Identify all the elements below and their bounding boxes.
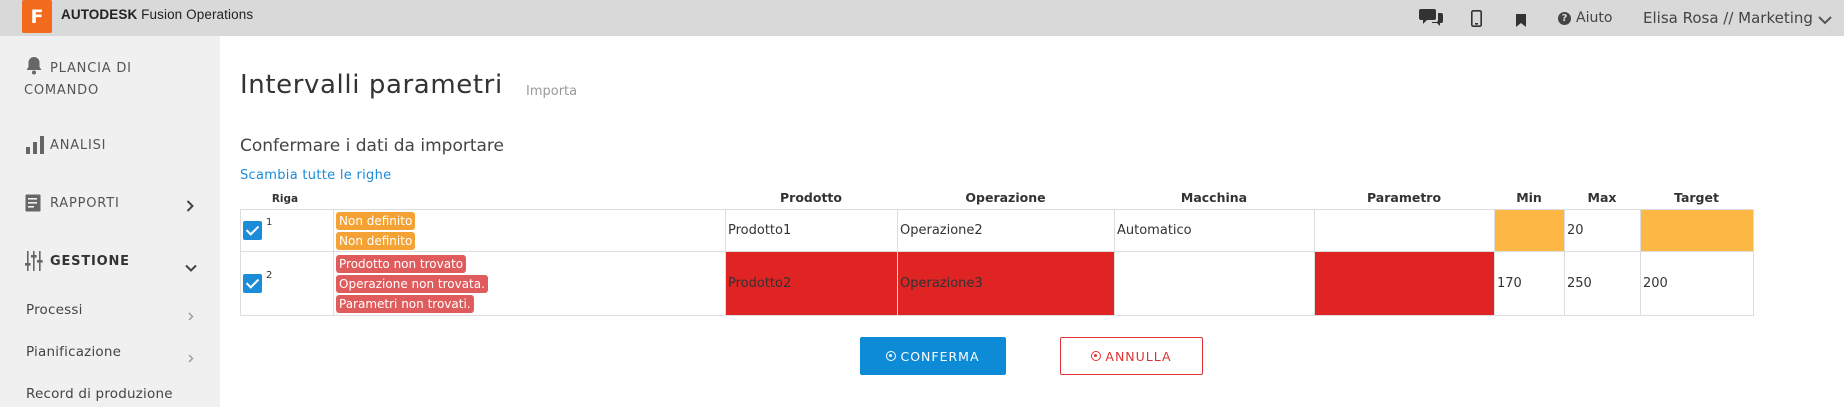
brand-product: Fusion Operations bbox=[141, 7, 254, 22]
column-header-machine: Macchina bbox=[1180, 190, 1248, 205]
column-header-parameter: Parametro bbox=[1366, 190, 1442, 205]
operation-cell: Operazione3 bbox=[897, 251, 1115, 316]
column-header-target: Target bbox=[1674, 190, 1719, 205]
parameter-cell bbox=[1314, 251, 1495, 316]
column-header-operation: Operazione bbox=[965, 190, 1046, 205]
min-cell: 170 bbox=[1494, 251, 1565, 316]
sidebar-subitem-processes-label: Processi bbox=[26, 302, 83, 318]
sidebar-item-reports-label: RAPPORTI bbox=[50, 196, 120, 211]
chevron-right-icon bbox=[188, 306, 194, 325]
operation-cell: Operazione2 bbox=[897, 209, 1115, 252]
page-subtitle: Importa bbox=[526, 84, 578, 99]
help-label: Aiuto bbox=[1576, 10, 1613, 26]
column-header-min: Min bbox=[1516, 190, 1542, 205]
error-badge: Parametri non trovati. bbox=[336, 294, 474, 313]
warning-badge: Non definito bbox=[336, 231, 416, 250]
sliders-icon bbox=[25, 251, 43, 275]
row-checkbox[interactable] bbox=[243, 274, 262, 293]
chat-icon[interactable] bbox=[1419, 7, 1443, 31]
machine-cell: Automatico bbox=[1114, 209, 1315, 252]
question-icon: ? bbox=[1558, 11, 1571, 25]
chevron-down-icon[interactable] bbox=[1818, 10, 1832, 29]
sidebar-item-dashboard-label: PLANCIA DI COMANDO bbox=[24, 61, 132, 98]
target-cell: 200 bbox=[1640, 251, 1754, 316]
top-bar: F AUTODESK Fusion Operations ? Aiuto Eli… bbox=[0, 0, 1844, 36]
row-number: 1 bbox=[266, 217, 273, 228]
sidebar-subitem-production-records-label: Record di produzione bbox=[26, 386, 173, 402]
chevron-down-icon bbox=[185, 257, 197, 276]
page-title: Intervalli parametri bbox=[240, 70, 503, 100]
brand-bold: AUTODESK bbox=[61, 7, 138, 22]
fusion-logo[interactable]: F bbox=[22, 0, 52, 33]
row-messages-cell: Prodotto non trovato Operazione non trov… bbox=[333, 251, 726, 316]
product-cell: Prodotto1 bbox=[725, 209, 898, 252]
cancel-button[interactable]: ANNULLA bbox=[1060, 337, 1203, 375]
row-number: 2 bbox=[266, 270, 273, 281]
bar-chart-icon bbox=[26, 136, 44, 158]
row-checkbox[interactable] bbox=[243, 221, 262, 240]
report-icon bbox=[25, 194, 43, 216]
row-select-cell: 2 bbox=[240, 251, 334, 316]
sidebar-item-analysis-label: ANALISI bbox=[50, 138, 107, 153]
confirm-button[interactable]: CONFERMA bbox=[860, 337, 1006, 375]
warning-badge: Non definito bbox=[336, 211, 416, 230]
confirm-button-label: CONFERMA bbox=[900, 348, 980, 364]
section-title: Confermare i dati da importare bbox=[240, 136, 504, 156]
machine-cell bbox=[1114, 251, 1315, 316]
chevron-right-icon bbox=[188, 348, 194, 367]
target-cell bbox=[1640, 209, 1754, 252]
sidebar-item-management-label: GESTIONE bbox=[50, 254, 130, 269]
brand-title: AUTODESK Fusion Operations bbox=[61, 7, 253, 22]
column-header-max: Max bbox=[1587, 190, 1617, 205]
help-link[interactable]: ? Aiuto bbox=[1558, 10, 1612, 26]
table-row: 1 Non definito Non definito Prodotto1 Op… bbox=[240, 209, 1754, 252]
user-menu[interactable]: Elisa Rosa // Marketing bbox=[1643, 9, 1813, 27]
radio-dot-icon bbox=[1091, 351, 1102, 361]
table-row: 2 Prodotto non trovato Operazione non tr… bbox=[240, 251, 1754, 316]
mobile-icon[interactable] bbox=[1471, 10, 1482, 31]
parameter-cell bbox=[1314, 209, 1495, 252]
import-table: 1 Non definito Non definito Prodotto1 Op… bbox=[240, 209, 1754, 316]
max-cell: 250 bbox=[1564, 251, 1641, 316]
row-select-cell: 1 bbox=[240, 209, 334, 252]
row-messages-cell: Non definito Non definito bbox=[333, 209, 726, 252]
sidebar: PLANCIA DI COMANDO ANALISI RAPPORTI GEST… bbox=[0, 36, 220, 407]
min-cell bbox=[1494, 209, 1565, 252]
column-header-product: Prodotto bbox=[780, 190, 842, 205]
error-badge: Prodotto non trovato bbox=[336, 254, 467, 273]
max-cell: 20 bbox=[1564, 209, 1641, 252]
radio-dot-icon bbox=[886, 351, 897, 361]
sidebar-subitem-planning-label: Pianificazione bbox=[26, 344, 122, 360]
chevron-right-icon bbox=[186, 197, 194, 216]
column-header-row: Riga bbox=[271, 193, 299, 205]
product-cell: Prodotto2 bbox=[725, 251, 898, 316]
cancel-button-label: ANNULLA bbox=[1105, 348, 1172, 364]
bookmark-icon[interactable] bbox=[1516, 12, 1526, 31]
swap-all-rows-link[interactable]: Scambia tutte le righe bbox=[240, 168, 391, 183]
error-badge: Operazione non trovata. bbox=[336, 274, 488, 293]
